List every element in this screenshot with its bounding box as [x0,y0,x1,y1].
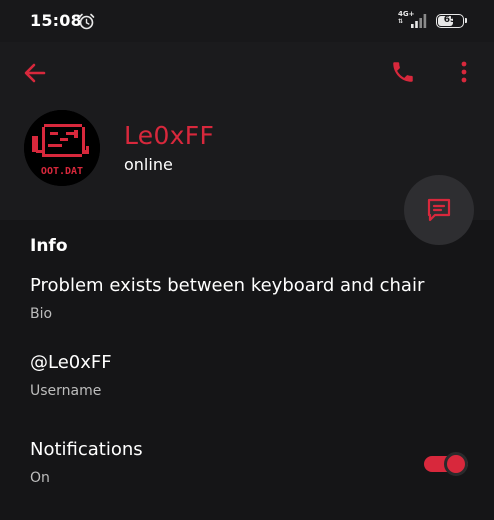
battery-level: 65 [443,15,457,25]
username-value[interactable]: @Le0xFF [30,352,112,373]
username-caption: Username [30,383,102,399]
more-vertical-icon[interactable] [452,59,476,85]
phone-icon[interactable] [390,59,416,85]
status-time: 15:08 [30,11,82,30]
battery-icon: 65 [436,14,467,28]
message-icon [427,198,451,222]
status-bar: 15:08 4G+ ⇅ 65 [0,0,494,42]
info-section-title: Info [30,236,68,256]
profile-name: Le0xFF [124,121,215,150]
profile-status: online [124,155,173,174]
back-arrow-icon[interactable] [22,60,48,86]
avatar-text: OOT.DAT [41,166,83,177]
alarm-icon [78,13,95,30]
bio-value[interactable]: Problem exists between keyboard and chai… [30,275,424,296]
notifications-state: On [30,470,50,486]
toggle-thumb [444,452,468,476]
notifications-label[interactable]: Notifications [30,439,143,460]
message-button[interactable] [404,175,474,245]
bio-caption: Bio [30,306,53,322]
notifications-toggle[interactable] [424,452,468,476]
signal-icon [410,13,428,29]
profile-screen: 15:08 4G+ ⇅ 65 OOT.DAT Le0xFF online Inf… [0,0,494,520]
avatar[interactable]: OOT.DAT [24,110,100,186]
